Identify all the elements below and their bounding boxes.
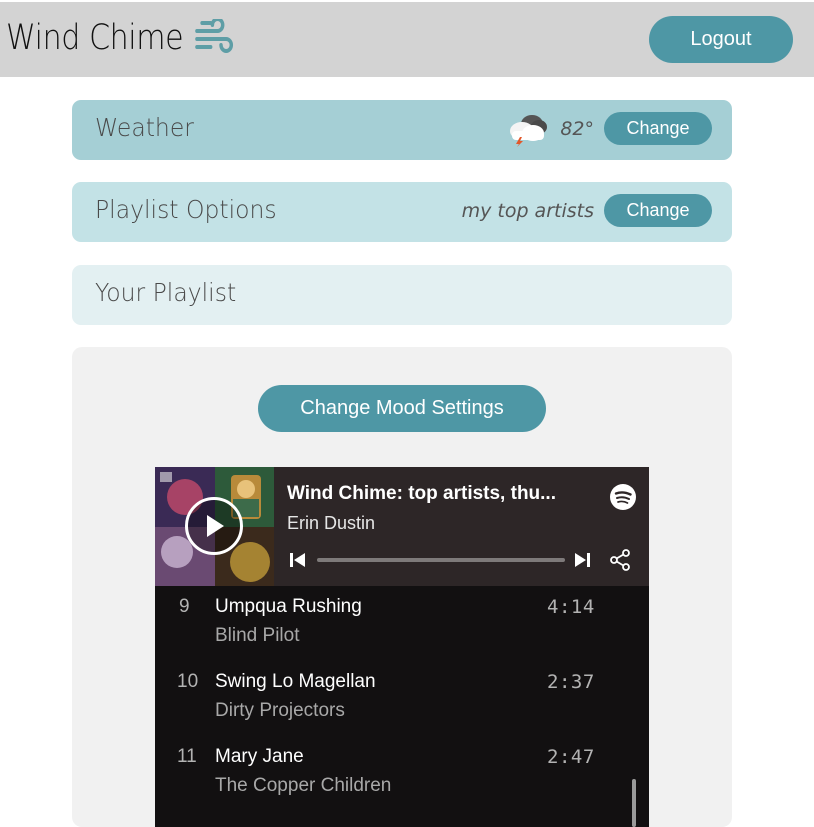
weather-summary: 82° Change <box>506 111 712 147</box>
playlist-options-title: Playlist Options <box>95 195 277 224</box>
progress-bar[interactable] <box>317 558 565 562</box>
next-track-icon[interactable] <box>573 551 591 569</box>
weather-temperature: 82° <box>560 117 594 140</box>
track-row[interactable]: 9 Umpqua Rushing Blind Pilot 4:14 <box>155 586 649 661</box>
track-number: 10 <box>177 671 199 692</box>
playlist-option-value: my top artists <box>461 199 594 222</box>
playlist-options-summary: my top artists Change <box>462 194 712 227</box>
previous-track-icon[interactable] <box>289 551 307 569</box>
track-row[interactable]: 11 Mary Jane The Copper Children 2:47 <box>155 736 649 811</box>
tracklist-scrollbar[interactable] <box>632 779 636 827</box>
track-duration: 4:14 <box>547 596 595 618</box>
track-number: 9 <box>179 596 190 617</box>
playlist-cover-art <box>155 467 274 586</box>
weather-card: Weather 82° Change <box>72 100 732 160</box>
share-icon[interactable] <box>608 548 632 572</box>
playlist-panel: Change Mood Settings Wind Chime: top art… <box>72 347 732 827</box>
wind-icon <box>194 17 237 57</box>
weather-change-button[interactable]: Change <box>604 112 712 145</box>
track-title: Swing Lo Magellan <box>215 671 376 692</box>
logout-button[interactable]: Logout <box>649 16 793 63</box>
spotify-logo-icon[interactable] <box>609 483 637 511</box>
track-duration: 2:37 <box>547 671 595 693</box>
change-mood-settings-button[interactable]: Change Mood Settings <box>258 385 546 432</box>
your-playlist-card: Your Playlist <box>72 265 732 325</box>
your-playlist-title: Your Playlist <box>95 278 237 307</box>
track-duration: 2:47 <box>547 746 595 768</box>
track-title: Umpqua Rushing <box>215 596 362 617</box>
track-title: Mary Jane <box>215 746 304 767</box>
spotify-embed-player: Wind Chime: top artists, thu... Erin Dus… <box>155 467 649 827</box>
player-header: Wind Chime: top artists, thu... Erin Dus… <box>155 467 649 586</box>
thunderstorm-cloud-icon <box>506 111 550 147</box>
app-brand: Wind Chime <box>6 17 237 58</box>
track-number: 11 <box>177 746 197 767</box>
track-artist[interactable]: Dirty Projectors <box>215 700 345 722</box>
play-button[interactable] <box>185 497 243 555</box>
track-artist[interactable]: The Copper Children <box>215 775 391 797</box>
playlist-options-change-button[interactable]: Change <box>604 194 712 227</box>
track-row[interactable]: 10 Swing Lo Magellan Dirty Projectors 2:… <box>155 661 649 736</box>
playlist-options-card: Playlist Options my top artists Change <box>72 182 732 242</box>
track-artist[interactable]: Blind Pilot <box>215 625 300 647</box>
top-header: Wind Chime Logout <box>0 2 814 77</box>
playlist-title[interactable]: Wind Chime: top artists, thu... <box>287 483 587 505</box>
weather-title: Weather <box>95 113 194 142</box>
playlist-owner[interactable]: Erin Dustin <box>287 513 375 534</box>
app-title: Wind Chime <box>6 18 184 58</box>
